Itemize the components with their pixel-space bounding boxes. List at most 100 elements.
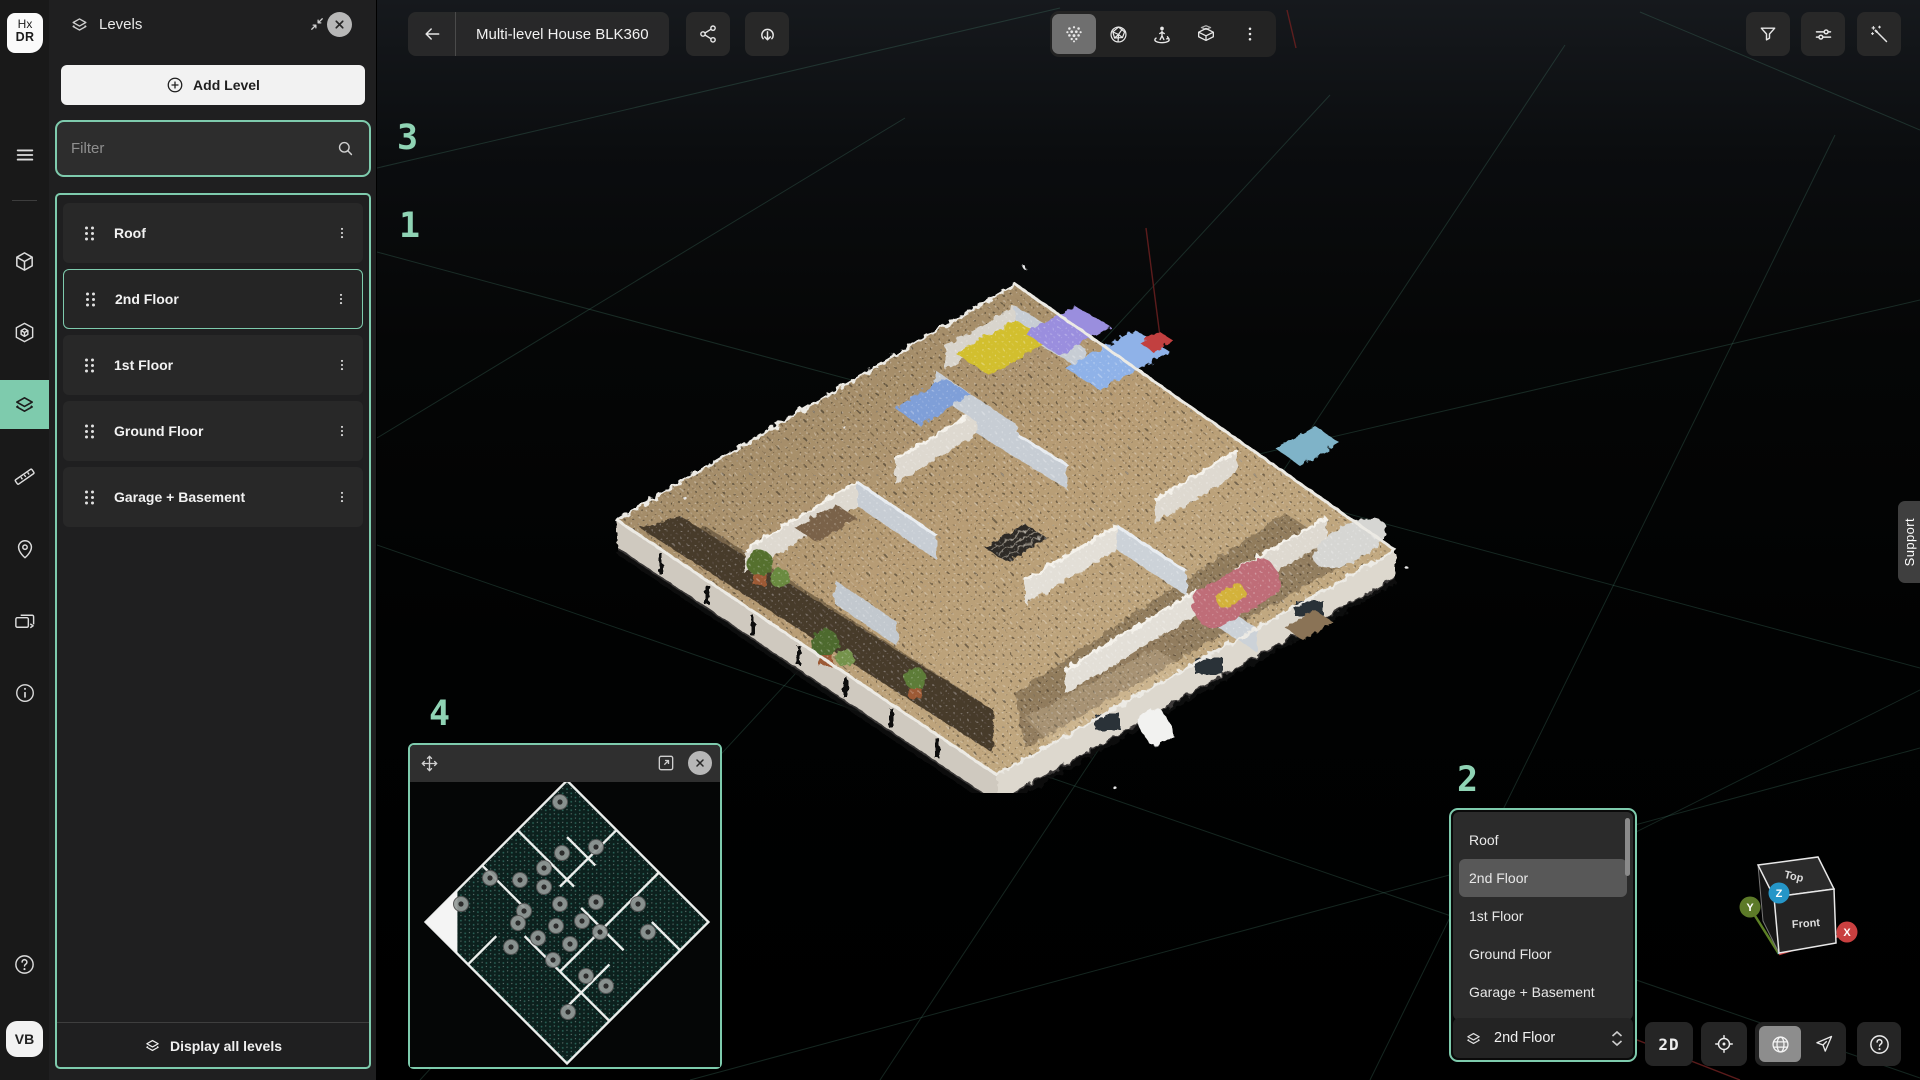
levels-panel: Levels Add Level Roof [49, 0, 377, 1080]
display-all-levels-button[interactable]: Display all levels [57, 1024, 369, 1067]
mesh-mode-button[interactable] [1096, 14, 1140, 54]
axis-x-badge[interactable]: X [1843, 927, 1851, 939]
rail-item-locations[interactable] [0, 527, 49, 571]
level-menu-icon[interactable] [335, 357, 349, 373]
levels-panel-header: Levels [49, 0, 376, 48]
drag-handle-icon[interactable] [83, 423, 96, 440]
expand-icon[interactable] [656, 753, 676, 773]
measure-icon [13, 465, 36, 488]
close-icon [333, 18, 346, 31]
rail-help-button[interactable] [0, 942, 49, 986]
axis-y-badge[interactable]: Y [1746, 902, 1754, 914]
paper-plane-icon [1814, 1034, 1834, 1054]
filter-input[interactable] [57, 140, 336, 157]
more-options-button[interactable] [1228, 14, 1272, 54]
drag-handle-icon[interactable] [83, 489, 96, 506]
model-box-icon [13, 321, 36, 344]
add-level-button[interactable]: Add Level [61, 65, 365, 105]
navigation-cube[interactable]: Top Front Z Y X [1730, 835, 1900, 980]
layers-icon [13, 393, 36, 416]
level-selector-bar[interactable]: 2nd Floor [1453, 1018, 1633, 1058]
level-label: 2nd Floor [115, 291, 179, 307]
minimap-panel[interactable] [408, 743, 722, 1069]
user-avatar[interactable]: VB [6, 1021, 43, 1057]
support-tab[interactable]: Support [1898, 501, 1920, 583]
filter-view-button[interactable] [1746, 12, 1790, 56]
menu-icon [14, 144, 36, 166]
project-title: Multi-level House BLK360 [456, 26, 669, 43]
help-button[interactable] [1857, 1022, 1901, 1066]
dropdown-option-2nd-floor[interactable]: 2nd Floor [1459, 859, 1627, 897]
current-level-label: 2nd Floor [1494, 1030, 1555, 1046]
close-panel-button[interactable] [327, 12, 352, 37]
panel-title: Levels [99, 16, 142, 33]
rail-item-models[interactable] [0, 239, 49, 283]
rail-item-assets[interactable] [0, 310, 49, 354]
annotation-3: 3 [397, 118, 418, 158]
display-settings-button[interactable] [1801, 12, 1845, 56]
locate-button[interactable] [1701, 1022, 1747, 1066]
logo-line2: DR [16, 30, 35, 44]
walkthrough-mode-button[interactable] [1140, 14, 1184, 54]
rail-divider [12, 200, 37, 201]
drag-handle-icon[interactable] [83, 225, 96, 242]
drag-handle-icon[interactable] [84, 291, 97, 308]
dropdown-option-1st-floor[interactable]: 1st Floor [1453, 897, 1633, 935]
main-menu-button[interactable] [0, 133, 49, 177]
rail-item-levels[interactable] [0, 380, 49, 429]
level-select-dropdown: Roof 2nd Floor 1st Floor Ground Floor Ga… [1449, 808, 1637, 1062]
level-menu-icon[interactable] [334, 291, 348, 307]
level-row-garage-basement[interactable]: Garage + Basement [63, 467, 363, 527]
adjustments-icon [1813, 24, 1834, 45]
fly-mode-button[interactable] [1801, 1022, 1846, 1066]
level-label: 1st Floor [114, 357, 173, 373]
section-box-button[interactable] [1184, 14, 1228, 54]
globe-mode-button[interactable] [1759, 1026, 1801, 1062]
level-stepper[interactable] [1611, 1030, 1623, 1047]
cube-icon [13, 250, 36, 273]
share-icon [698, 24, 718, 44]
footer-divider [57, 1022, 369, 1023]
dropdown-option-ground-floor[interactable]: Ground Floor [1453, 935, 1633, 973]
chevron-up-icon [1611, 1030, 1623, 1038]
filter-icon [1758, 24, 1778, 44]
level-menu-icon[interactable] [335, 423, 349, 439]
rail-item-measure[interactable] [0, 454, 49, 498]
cube-face-front-label[interactable]: Front [1792, 917, 1821, 931]
share-button[interactable] [686, 12, 730, 56]
level-row-ground-floor[interactable]: Ground Floor [63, 401, 363, 461]
rail-item-info[interactable] [0, 671, 49, 715]
level-row-roof[interactable]: Roof [63, 203, 363, 263]
minimap-close-button[interactable] [688, 751, 712, 775]
level-menu-icon[interactable] [335, 225, 349, 241]
project-title-bar: Multi-level House BLK360 [408, 12, 669, 56]
layers-icon [70, 15, 89, 34]
point-cloud-mode-button[interactable] [1052, 14, 1096, 54]
close-icon [694, 757, 706, 769]
drag-handle-icon[interactable] [83, 357, 96, 374]
level-menu-icon[interactable] [335, 489, 349, 505]
help-icon [13, 953, 36, 976]
collapse-panel-button[interactable] [308, 15, 326, 33]
dropdown-option-garage-basement[interactable]: Garage + Basement [1453, 973, 1633, 1011]
dropdown-option-roof[interactable]: Roof [1453, 821, 1633, 859]
add-level-label: Add Level [193, 77, 260, 93]
hxdr-logo[interactable]: Hx DR [7, 13, 43, 53]
location-pin-icon [14, 538, 36, 560]
toggle-2d-button[interactable]: 2D [1645, 1022, 1693, 1066]
minimap-header [410, 745, 720, 782]
rail-item-views[interactable] [0, 599, 49, 643]
cloud-download-icon [757, 24, 778, 45]
move-icon[interactable] [420, 754, 439, 773]
axis-z-badge[interactable]: Z [1776, 888, 1783, 900]
level-row-2nd-floor[interactable]: 2nd Floor [63, 269, 363, 329]
annotation-4: 4 [429, 694, 450, 734]
level-row-1st-floor[interactable]: 1st Floor [63, 335, 363, 395]
minimap-floorplan[interactable] [410, 780, 720, 1067]
more-icon [1241, 25, 1259, 43]
back-button[interactable] [408, 12, 456, 56]
tools-button[interactable] [1857, 12, 1901, 56]
download-button[interactable] [745, 12, 789, 56]
point-cloud-house[interactable] [595, 248, 1425, 793]
dropdown-scrollbar[interactable] [1625, 818, 1630, 876]
